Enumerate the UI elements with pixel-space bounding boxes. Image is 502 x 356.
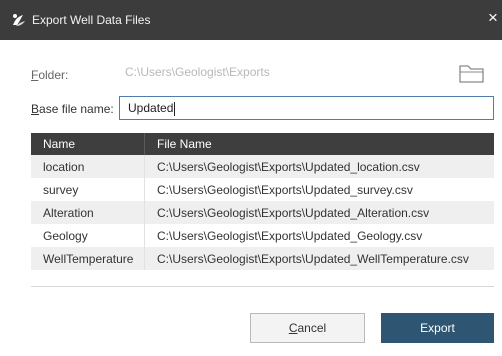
folder-icon (459, 65, 484, 83)
cancel-label: ancel (297, 321, 327, 335)
row-name-cell: WellTemperature (31, 247, 145, 270)
table-row[interactable]: location C:\Users\Geologist\Exports\Upda… (31, 155, 494, 178)
close-icon[interactable]: × (488, 8, 498, 28)
base-file-name-input[interactable]: Updated (119, 96, 494, 120)
base-file-name-value: Updated (128, 101, 174, 115)
export-button[interactable]: Export (381, 313, 494, 343)
row-file-cell: C:\Users\Geologist\Exports\Updated_Alter… (144, 201, 494, 224)
table-row[interactable]: Alteration C:\Users\Geologist\Exports\Up… (31, 201, 494, 224)
row-file-cell: C:\Users\Geologist\Exports\Updated_WellT… (144, 247, 494, 270)
cancel-button[interactable]: Cancel (250, 313, 365, 343)
folder-label: Folder: (31, 68, 68, 82)
folder-label-text: older: (38, 68, 69, 82)
row-name-cell: survey (31, 178, 145, 201)
base-file-name-label: Base file name: (31, 102, 114, 116)
row-file-cell: C:\Users\Geologist\Exports\Updated_locat… (144, 155, 494, 178)
base-file-name-label-text: ase file name: (39, 102, 114, 116)
row-name-cell: Geology (31, 224, 145, 247)
title-bar: Export Well Data Files × (0, 0, 502, 40)
text-caret (174, 101, 176, 116)
table-row[interactable]: Geology C:\Users\Geologist\Exports\Updat… (31, 224, 494, 247)
window-title: Export Well Data Files (32, 13, 151, 27)
base-file-name-mnemonic: B (31, 102, 40, 116)
row-name-cell: location (31, 155, 145, 178)
table-row[interactable]: WellTemperature C:\Users\Geologist\Expor… (31, 247, 494, 270)
row-file-cell: C:\Users\Geologist\Exports\Updated_surve… (144, 178, 494, 201)
app-logo-icon (13, 14, 25, 26)
browse-folder-button[interactable] (458, 63, 486, 85)
row-name-cell: Alteration (31, 201, 145, 224)
row-file-cell: C:\Users\Geologist\Exports\Updated_Geolo… (144, 224, 494, 247)
table-header-row: Name File Name (31, 133, 494, 155)
table-row[interactable]: survey C:\Users\Geologist\Exports\Update… (31, 178, 494, 201)
column-header-file-name[interactable]: File Name (144, 133, 494, 155)
folder-field[interactable] (119, 60, 461, 84)
files-table[interactable]: Name File Name location C:\Users\Geologi… (31, 133, 494, 287)
column-header-name[interactable]: Name (31, 133, 145, 155)
